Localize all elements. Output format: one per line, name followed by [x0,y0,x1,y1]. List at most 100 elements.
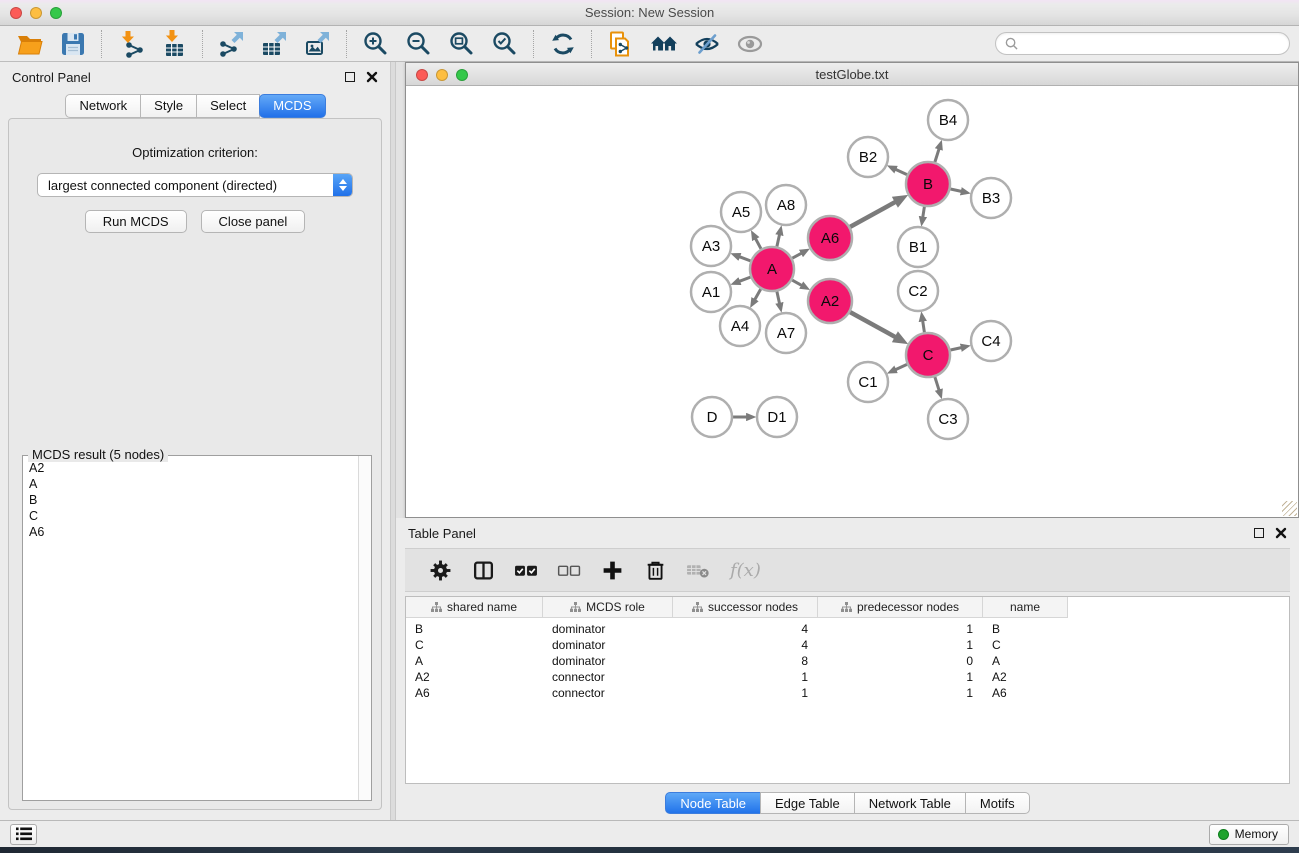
network-canvas[interactable]: B4B2BB3A5A8A6B1A3AC2A1A2A4A7C4CC1C3DD1 [406,86,1298,517]
column-header-mcds-role[interactable]: MCDS role [543,597,673,618]
hide-selected-button[interactable] [685,28,728,60]
table-row-a2[interactable]: A2connector11A2 [406,669,1289,685]
cell-successor-nodes[interactable]: 4 [673,622,818,636]
close-window-button[interactable] [10,7,22,19]
duplicate-network-button[interactable] [599,28,642,60]
zoom-out-button[interactable] [397,28,440,60]
resize-grip[interactable] [1282,501,1297,516]
open-file-button[interactable] [8,28,51,60]
first-neighbors-button[interactable] [642,28,685,60]
graph-edge-C-C3[interactable] [935,377,939,390]
cell-name[interactable]: A2 [983,670,1068,684]
cell-predecessor-nodes[interactable]: 0 [818,654,983,668]
control-tab-style[interactable]: Style [140,94,197,118]
cell-shared-name[interactable]: B [406,622,543,636]
import-table-from-file-button[interactable] [152,28,195,60]
export-network-button[interactable] [210,28,253,60]
mcds-result-item-a2[interactable]: A2 [26,460,357,476]
graph-edge-B-B3[interactable] [951,189,962,191]
save-session-button[interactable] [51,28,94,60]
column-header-successor-nodes[interactable]: successor nodes [673,597,818,618]
graph-edge-A-A4[interactable] [755,289,761,300]
network-window-titlebar[interactable]: testGlobe.txt [406,63,1298,86]
search-field[interactable] [995,32,1290,55]
minimize-window-button[interactable] [30,7,42,19]
close-table-panel-icon[interactable] [1275,527,1287,539]
cell-mcds-role[interactable]: connector [543,670,673,684]
cell-name[interactable]: B [983,622,1068,636]
cell-mcds-role[interactable]: connector [543,686,673,700]
graph-edge-C-C1[interactable] [896,364,907,369]
graph-edge-A2-C[interactable] [850,312,896,337]
network-zoom-button[interactable] [456,69,468,81]
show-all-button[interactable] [728,28,771,60]
zoom-window-button[interactable] [50,7,62,19]
graph-edge-A-A1[interactable] [739,277,750,281]
column-chooser-button[interactable] [470,557,496,583]
cell-predecessor-nodes[interactable]: 1 [818,638,983,652]
cell-mcds-role[interactable]: dominator [543,638,673,652]
graph-edge-B-B1[interactable] [923,207,925,217]
float-panel-icon[interactable] [345,72,355,82]
cell-successor-nodes[interactable]: 1 [673,670,818,684]
table-row-b[interactable]: Bdominator41B [406,621,1289,637]
mcds-result-item-c[interactable]: C [26,508,357,524]
graph-edge-C-C4[interactable] [951,348,962,350]
close-panel-icon[interactable] [366,71,378,83]
cell-name[interactable]: C [983,638,1068,652]
delete-columns-button[interactable] [642,557,668,583]
control-tab-select[interactable]: Select [196,94,260,118]
delete-table-button[interactable] [685,557,711,583]
cell-predecessor-nodes[interactable]: 1 [818,622,983,636]
search-input[interactable] [1023,37,1280,51]
memory-button[interactable]: Memory [1209,824,1289,845]
deselect-all-columns-button[interactable] [556,557,582,583]
create-column-button[interactable] [599,557,625,583]
cell-predecessor-nodes[interactable]: 1 [818,686,983,700]
graph-edge-A-A6[interactable] [792,253,801,258]
close-panel-button[interactable]: Close panel [201,210,306,233]
table-tab-edge-table[interactable]: Edge Table [760,792,855,814]
import-network-from-file-button[interactable] [109,28,152,60]
table-tab-motifs[interactable]: Motifs [965,792,1030,814]
graph-edge-A6-B[interactable] [850,202,896,227]
network-close-button[interactable] [416,69,428,81]
graph-edge-C-C2[interactable] [923,321,925,332]
network-minimize-button[interactable] [436,69,448,81]
export-table-button[interactable] [253,28,296,60]
graph-edge-B-B2[interactable] [896,169,907,174]
graph-edge-A-A5[interactable] [756,239,762,249]
cell-mcds-role[interactable]: dominator [543,654,673,668]
graph-edge-A-A8[interactable] [777,235,780,247]
run-mcds-button[interactable]: Run MCDS [85,210,187,233]
control-tab-mcds[interactable]: MCDS [259,94,325,118]
cell-name[interactable]: A [983,654,1068,668]
graph-edge-B-B4[interactable] [935,149,939,162]
select-all-columns-button[interactable] [513,557,539,583]
cell-mcds-role[interactable]: dominator [543,622,673,636]
table-tab-node-table[interactable]: Node Table [665,792,761,814]
column-header-shared-name[interactable]: shared name [406,597,543,618]
zoom-selected-button[interactable] [483,28,526,60]
graph-edge-A-A2[interactable] [792,280,802,285]
table-options-button[interactable] [427,557,453,583]
float-table-panel-icon[interactable] [1254,528,1264,538]
cell-successor-nodes[interactable]: 4 [673,638,818,652]
cell-shared-name[interactable]: C [406,638,543,652]
cell-successor-nodes[interactable]: 1 [673,686,818,700]
cell-shared-name[interactable]: A2 [406,670,543,684]
table-row-a[interactable]: Adominator80A [406,653,1289,669]
column-header-predecessor-nodes[interactable]: predecessor nodes [818,597,983,618]
cell-name[interactable]: A6 [983,686,1068,700]
cell-shared-name[interactable]: A [406,654,543,668]
table-row-c[interactable]: Cdominator41C [406,637,1289,653]
cell-predecessor-nodes[interactable]: 1 [818,670,983,684]
apply-layout-button[interactable] [541,28,584,60]
show-hidden-panels-button[interactable] [10,824,37,845]
graph-edge-A-A3[interactable] [739,257,750,261]
mcds-result-item-a6[interactable]: A6 [26,524,357,540]
zoom-in-button[interactable] [354,28,397,60]
table-row-a6[interactable]: A6connector11A6 [406,685,1289,701]
export-image-button[interactable] [296,28,339,60]
control-tab-network[interactable]: Network [65,94,141,118]
